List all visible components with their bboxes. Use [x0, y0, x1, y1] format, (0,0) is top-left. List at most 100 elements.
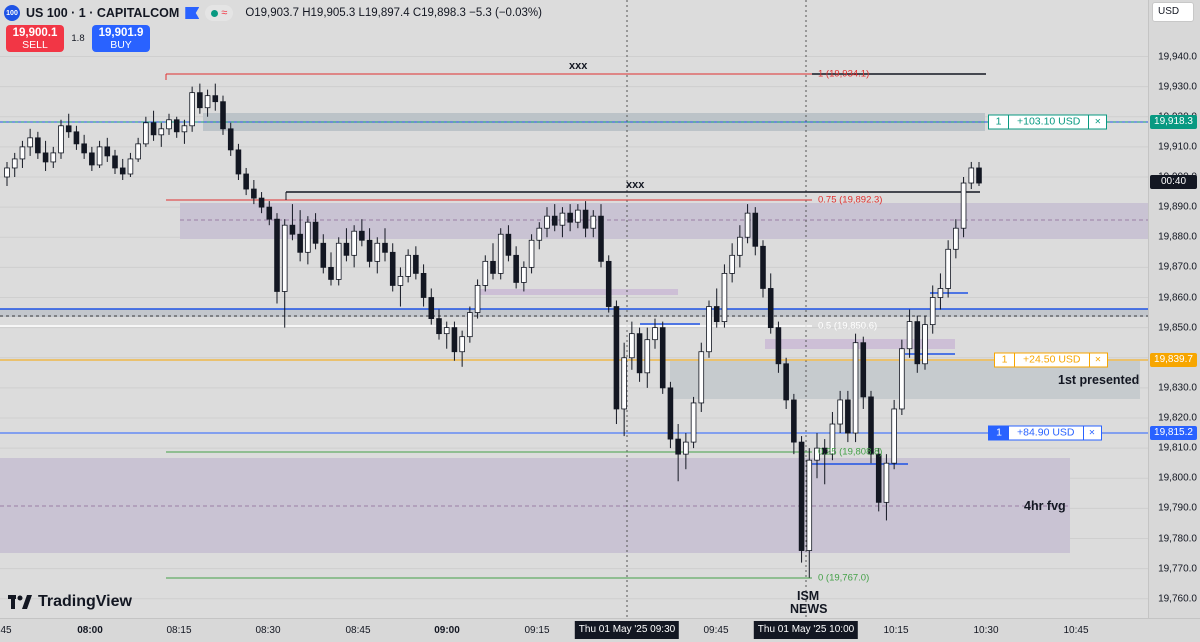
candle-body	[173, 119, 180, 133]
ohlc-values: O19,903.7 H19,905.3 L19,897.4 C19,898.3 …	[245, 7, 542, 19]
candle-body	[598, 215, 604, 262]
candle-body	[104, 146, 111, 157]
flag-icon[interactable]	[185, 7, 200, 19]
market-status[interactable]: ≈	[205, 5, 234, 21]
annotation-xxx-top[interactable]: xxx	[569, 60, 587, 72]
price-label: 19,760.0	[1158, 593, 1197, 605]
candle-body	[683, 441, 689, 455]
candle-body	[112, 155, 118, 169]
candle-body	[158, 128, 165, 136]
price-label: 19,790.0	[1158, 502, 1197, 514]
candle-body	[289, 224, 296, 235]
candle-body	[305, 221, 311, 253]
candle-body	[436, 318, 442, 335]
candle-body	[189, 92, 195, 127]
time-label: 08:30	[255, 625, 281, 636]
sell-label: SELL	[22, 39, 48, 51]
candle-body	[706, 306, 712, 353]
candle-body	[505, 233, 512, 256]
candle-body	[96, 146, 103, 166]
candle-body	[374, 242, 381, 262]
candle-body	[266, 206, 273, 220]
fib-level-075[interactable]: 0.75 (19,892.3)	[818, 195, 882, 206]
price-tag-current-order: 19,918.3	[1150, 115, 1197, 129]
price-axis[interactable]: 19,940.019,930.019,920.019,910.019,900.0…	[1148, 0, 1200, 634]
candle-body	[852, 342, 859, 434]
trade-panel: 19,900.1 SELL 1.8 19,901.9 BUY	[6, 25, 150, 52]
order-line-2[interactable]: 1 +24.50 USD ×	[994, 352, 1108, 368]
candle-body	[497, 233, 504, 274]
candle-body	[752, 212, 759, 247]
tradingview-mark-icon	[8, 595, 32, 609]
candle-body	[721, 272, 728, 322]
fib-level-05[interactable]: 0.5 (19,850.6)	[818, 321, 877, 332]
candle-body	[883, 462, 890, 503]
close-icon[interactable]: ×	[1088, 115, 1106, 129]
price-label: 19,770.0	[1158, 563, 1197, 575]
close-icon[interactable]: ×	[1088, 353, 1107, 367]
price-label: 19,870.0	[1158, 261, 1197, 273]
candle-body	[351, 230, 357, 256]
price-label: 19,940.0	[1158, 51, 1197, 62]
candle-body	[482, 260, 489, 286]
candle-body	[698, 351, 705, 404]
candle-body	[73, 131, 80, 145]
candle-body	[968, 167, 975, 184]
currency-selector[interactable]: USD	[1152, 2, 1194, 22]
candle-body	[328, 266, 334, 280]
fib-level-025[interactable]: 0.25 (19,808.8)	[818, 447, 882, 458]
annotation-news[interactable]: NEWS	[790, 602, 828, 616]
candle-body	[906, 321, 913, 350]
candle-body	[837, 399, 843, 425]
symbol-logo-icon[interactable]: 100	[4, 5, 20, 21]
candle-body	[389, 251, 396, 286]
candle-body	[528, 239, 535, 268]
tradingview-logo: TradingView	[8, 593, 132, 611]
chart-plot-area[interactable]	[0, 0, 1148, 618]
candle-body	[335, 242, 342, 280]
candle-body	[382, 242, 388, 253]
price-label: 19,810.0	[1158, 442, 1197, 454]
time-label: 09:00	[434, 625, 460, 636]
wave-icon: ≈	[221, 7, 228, 19]
order-line-1[interactable]: 1 +103.10 USD ×	[988, 114, 1108, 130]
annotation-xxx-mid[interactable]: xxx	[626, 179, 644, 191]
candle-body	[605, 260, 612, 307]
candle-body	[451, 327, 458, 353]
time-label: 09:45	[703, 625, 729, 636]
annotation-first-presented[interactable]: 1st presented	[1058, 373, 1139, 387]
price-label: 19,880.0	[1158, 231, 1197, 243]
candle-body	[235, 149, 242, 175]
candle-body	[760, 245, 766, 289]
candle-body	[197, 92, 203, 109]
sell-price: 19,900.1	[12, 27, 58, 39]
candle-body	[474, 285, 481, 313]
candle-body	[281, 224, 288, 292]
buy-label: BUY	[110, 39, 132, 51]
time-axis[interactable]: 45 08:00 08:15 08:30 08:45 09:00 09:15 T…	[0, 618, 1200, 642]
annotation-ism[interactable]: ISM	[797, 589, 819, 603]
candle-body	[621, 357, 627, 410]
close-icon[interactable]: ×	[1082, 426, 1101, 440]
buy-button[interactable]: 19,901.9 BUY	[92, 25, 150, 52]
candle-body	[575, 209, 581, 223]
sell-button[interactable]: 19,900.1 SELL	[6, 25, 64, 52]
price-label: 19,860.0	[1158, 292, 1197, 303]
candle-body	[119, 167, 126, 175]
annotation-4hr-fvg[interactable]: 4hr fvg	[1024, 499, 1066, 513]
candle-body	[420, 272, 427, 298]
order-line-3[interactable]: 1 +84.90 USD ×	[988, 425, 1102, 441]
symbol-title[interactable]: US 100 · 1 · CAPITALCOM	[26, 6, 179, 20]
candle-body	[513, 254, 519, 283]
candle-body	[544, 215, 550, 229]
candle-body	[4, 167, 10, 178]
candle-body	[135, 143, 141, 160]
price-label: 19,800.0	[1158, 472, 1197, 484]
order-amount: +84.90 USD	[1017, 426, 1075, 439]
candle-body	[11, 158, 18, 169]
candle-body	[227, 128, 234, 151]
candle-body	[366, 239, 373, 262]
chart-svg[interactable]	[0, 0, 1148, 618]
fib-level-1[interactable]: 1 (19,934.1)	[818, 69, 869, 80]
fib-level-0[interactable]: 0 (19,767.0)	[818, 573, 869, 584]
